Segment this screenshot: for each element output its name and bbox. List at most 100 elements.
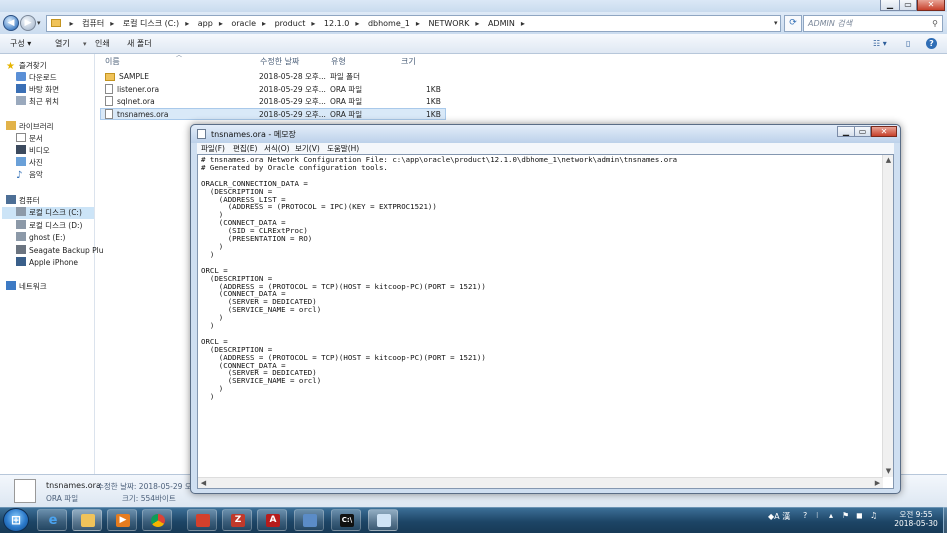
back-button[interactable]: ◀ <box>3 15 19 31</box>
notepad-close-button[interactable]: ✕ <box>871 126 897 137</box>
file-row-selected[interactable]: tnsnames.ora 2018-05-29 오후... ORA 파일 1KB <box>100 108 446 120</box>
drive-icon <box>16 232 26 241</box>
notepad-restore-button[interactable]: ▭ <box>854 126 871 137</box>
breadcrumb-item[interactable]: ADMIN <box>488 19 515 28</box>
breadcrumb-item[interactable]: dbhome_1 <box>368 19 410 28</box>
restore-button[interactable]: ▭ <box>899 0 917 11</box>
sidebar-item-documents[interactable]: 문서 <box>16 133 43 145</box>
documents-icon <box>16 133 26 142</box>
ime-options-icon[interactable]: ⁝ <box>816 511 819 520</box>
scroll-left-icon[interactable]: ◀ <box>198 478 209 489</box>
sidebar-item-drive-e[interactable]: ghost (E:) <box>16 232 65 244</box>
taskbar-filezilla[interactable]: Z <box>222 509 252 531</box>
horizontal-scrollbar[interactable]: ◀ ▶ <box>198 477 883 488</box>
open-button[interactable]: 열기 <box>55 38 70 50</box>
breadcrumb-item[interactable]: 로컬 디스크 (C:) <box>123 19 179 28</box>
taskbar-app-red[interactable] <box>187 509 217 531</box>
open-dropdown-icon[interactable]: ▾ <box>83 38 87 50</box>
file-row[interactable]: sqlnet.ora 2018-05-29 오후... ORA 파일 1KB <box>100 96 446 108</box>
taskbar-explorer[interactable] <box>72 509 102 531</box>
menu-help[interactable]: 도움말(H) <box>327 143 359 154</box>
address-dropdown-icon[interactable]: ▾ <box>774 19 778 27</box>
notepad-titlebar[interactable] <box>191 125 900 143</box>
ime-hanja: 漢 <box>782 512 791 521</box>
sort-up-icon: ︿ <box>176 52 183 59</box>
breadcrumb-item[interactable]: app <box>198 19 213 28</box>
breadcrumb-item[interactable]: 컴퓨터 <box>82 19 104 28</box>
file-name: SAMPLE <box>119 72 149 81</box>
show-desktop-button[interactable] <box>943 507 947 533</box>
sidebar-item-desktop[interactable]: 바탕 화면 <box>16 84 59 96</box>
notepad-minimize-button[interactable]: ▁ <box>837 126 855 137</box>
help-icon[interactable]: ? <box>926 38 937 49</box>
organize-menu[interactable]: 구성 ▾ <box>10 38 31 50</box>
tray-security-icon[interactable]: ◼ <box>856 511 863 520</box>
sidebar-item-music[interactable]: ♪ 음악 <box>16 169 43 181</box>
scroll-down-icon[interactable]: ▼ <box>883 466 894 477</box>
taskbar-acrobat[interactable]: A <box>257 509 287 531</box>
computer-icon <box>6 195 16 204</box>
forward-button[interactable]: ▶ <box>20 15 36 31</box>
show-hidden-icons-icon[interactable]: ▴ <box>829 511 833 520</box>
sidebar-item-drive-d[interactable]: 로컬 디스크 (D:) <box>16 220 82 232</box>
sidebar-item-iphone[interactable]: Apple iPhone <box>16 257 78 269</box>
taskbar-chrome[interactable] <box>142 509 172 531</box>
sidebar-item-favorites[interactable]: ★ 즐겨찾기 <box>6 60 47 72</box>
folder-icon <box>81 514 95 527</box>
scroll-up-icon[interactable]: ▲ <box>883 155 894 166</box>
phone-icon <box>16 257 26 266</box>
breadcrumb-item[interactable]: oracle <box>231 19 256 28</box>
file-content[interactable]: # tnsnames.ora Network Configuration Fil… <box>201 156 881 476</box>
column-header-modified[interactable]: 수정한 날짜 <box>260 56 299 67</box>
breadcrumb-item[interactable]: 12.1.0 <box>324 19 349 28</box>
sidebar-item-network[interactable]: 네트워크 <box>6 281 47 293</box>
vertical-scrollbar[interactable]: ▲ ▼ <box>882 155 893 477</box>
notepad-window: tnsnames.ora - 메모장 ▁ ▭ ✕ 파일(F) 편집(E) 서식(… <box>190 124 901 494</box>
menu-view[interactable]: 보기(V) <box>295 143 320 154</box>
sidebar-item-recent[interactable]: 최근 위치 <box>16 96 59 108</box>
view-options-icon[interactable]: ☷ ▾ <box>873 38 887 50</box>
ime-help-icon[interactable]: ? <box>803 511 807 520</box>
refresh-button[interactable]: ⟳ <box>784 15 802 32</box>
taskbar-notepad[interactable] <box>368 509 398 531</box>
sidebar-item-pictures[interactable]: 사진 <box>16 157 43 169</box>
sidebar-item-drive-c[interactable]: 로컬 디스크 (C:) <box>2 207 94 219</box>
taskbar-media[interactable]: ▶ <box>107 509 137 531</box>
recent-pages-dropdown-icon[interactable]: ▾ <box>37 19 41 27</box>
column-header-size[interactable]: 크기 <box>401 56 416 67</box>
file-row[interactable]: listener.ora 2018-05-29 오후... ORA 파일 1KB <box>100 84 446 96</box>
column-header-type[interactable]: 유형 <box>331 56 346 67</box>
chrome-icon <box>151 514 165 527</box>
minimize-button[interactable]: ▁ <box>880 0 900 11</box>
address-bar[interactable]: ▸ 컴퓨터 ▸ 로컬 디스크 (C:) ▸ app ▸ oracle ▸ product… <box>46 15 781 32</box>
sidebar-item-downloads[interactable]: 다운로드 <box>16 72 57 84</box>
scroll-right-icon[interactable]: ▶ <box>872 478 883 489</box>
print-button[interactable]: 인쇄 <box>95 38 110 50</box>
tray-flag-icon[interactable]: ⚑ <box>842 511 849 520</box>
sidebar-item-videos[interactable]: 비디오 <box>16 145 50 157</box>
search-input[interactable]: ADMIN 검색 ⚲ <box>803 15 943 32</box>
menu-file[interactable]: 파일(F) <box>201 143 225 154</box>
start-button[interactable]: ⊞ <box>3 508 29 532</box>
sidebar-item-computer[interactable]: 컴퓨터 <box>6 195 40 207</box>
sidebar-item-libraries[interactable]: 라이브러리 <box>6 121 54 133</box>
notepad-text-area[interactable]: # tnsnames.ora Network Configuration Fil… <box>197 154 894 489</box>
taskbar-ie[interactable]: e <box>37 509 67 531</box>
system-clock[interactable]: 오전 9:55 2018-05-30 <box>890 510 942 528</box>
taskbar-network-app[interactable] <box>294 509 324 531</box>
volume-icon[interactable]: ♫ <box>870 511 877 520</box>
details-type: ORA 파일 <box>46 494 79 503</box>
sidebar-item-seagate[interactable]: Seagate Backup Plu <box>16 245 104 257</box>
menu-format[interactable]: 서식(O) <box>264 143 290 154</box>
new-folder-button[interactable]: 새 폴더 <box>127 38 152 50</box>
close-button[interactable]: ✕ <box>917 0 945 11</box>
taskbar-cmd[interactable]: C:\ <box>331 509 361 531</box>
breadcrumb-item[interactable]: product <box>275 19 306 28</box>
file-row[interactable]: SAMPLE 2018-05-28 오후... 파일 폴더 <box>100 71 446 83</box>
ime-indicator[interactable]: ◆A 漢 <box>768 511 790 522</box>
column-header-name[interactable]: 이름 <box>105 56 120 67</box>
chevron-right-icon: ▸ <box>69 19 74 28</box>
breadcrumb-item[interactable]: NETWORK <box>428 19 469 28</box>
preview-pane-icon[interactable]: ▯ <box>906 38 910 50</box>
menu-edit[interactable]: 편집(E) <box>233 143 257 154</box>
